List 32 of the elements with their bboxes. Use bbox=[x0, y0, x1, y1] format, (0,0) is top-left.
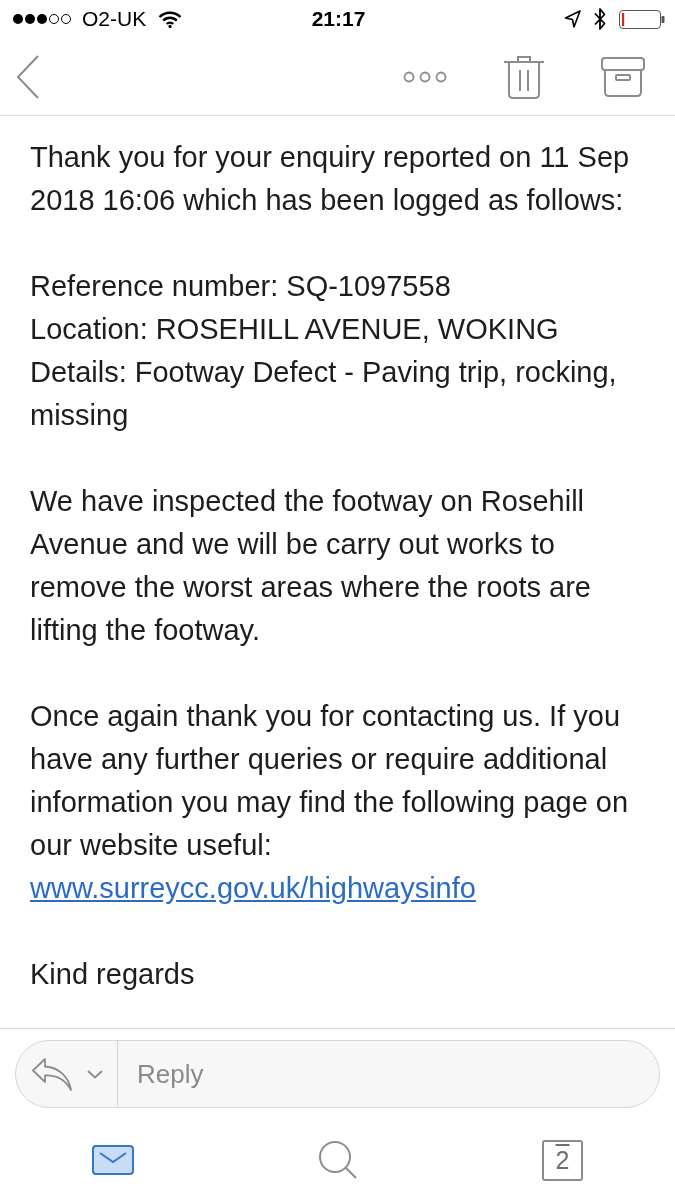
detail-line: Reference number: SQ-1097558 bbox=[30, 269, 452, 304]
more-button[interactable] bbox=[403, 70, 447, 83]
archive-button[interactable] bbox=[601, 56, 645, 97]
battery-icon bbox=[619, 9, 665, 29]
archive-box-icon bbox=[601, 56, 645, 97]
bluetooth-icon bbox=[594, 7, 606, 31]
trash-icon bbox=[504, 54, 544, 99]
status-time: 21:17 bbox=[311, 7, 366, 31]
wifi-icon bbox=[158, 10, 183, 28]
mail-icon bbox=[91, 1145, 134, 1175]
reply-arrow-icon bbox=[31, 1057, 73, 1091]
more-icon bbox=[403, 70, 447, 83]
message-paragraph: Thank you for your enquiry reported on 11 Sep 2018 16:06 which has been logged as follows: bbox=[30, 140, 631, 218]
caret-icon bbox=[87, 1069, 103, 1079]
chevron-left-icon bbox=[16, 54, 40, 99]
reply-bar[interactable]: Reply bbox=[15, 1040, 660, 1108]
message-paragraph: We have inspected the footway on Rosehill Avenue and we will be carry out works to remove the worst areas where the roots are lifting the footway. bbox=[30, 484, 592, 648]
detail-line: Details: Footway Defect - Paving trip, rocking, missing bbox=[30, 355, 618, 433]
carrier-name: O2-UK bbox=[82, 7, 147, 31]
reply-field[interactable]: Reply bbox=[118, 1041, 659, 1107]
website-link[interactable]: www.surreycc.gov.uk/highwaysinfo bbox=[30, 872, 476, 904]
search-icon bbox=[317, 1140, 358, 1180]
delete-button[interactable] bbox=[504, 54, 544, 99]
location-arrow-icon bbox=[564, 10, 581, 28]
message-paragraph: Kind regards bbox=[30, 957, 196, 992]
back-button[interactable] bbox=[16, 54, 40, 99]
message-paragraph: Once again thank you for contacting us. If you have any further queries or require additional information you may find the following page on our website useful: www.surreycc.gov.uk/highwaysinfo bbox=[30, 699, 630, 906]
search-tab[interactable] bbox=[317, 1140, 358, 1180]
detail-line: Location: ROSEHILL AVENUE, WOKING bbox=[30, 312, 560, 347]
mail-tab[interactable] bbox=[91, 1145, 134, 1175]
signal-strength-icon bbox=[12, 13, 74, 25]
calendar-tab[interactable]: 2 bbox=[542, 1139, 583, 1181]
